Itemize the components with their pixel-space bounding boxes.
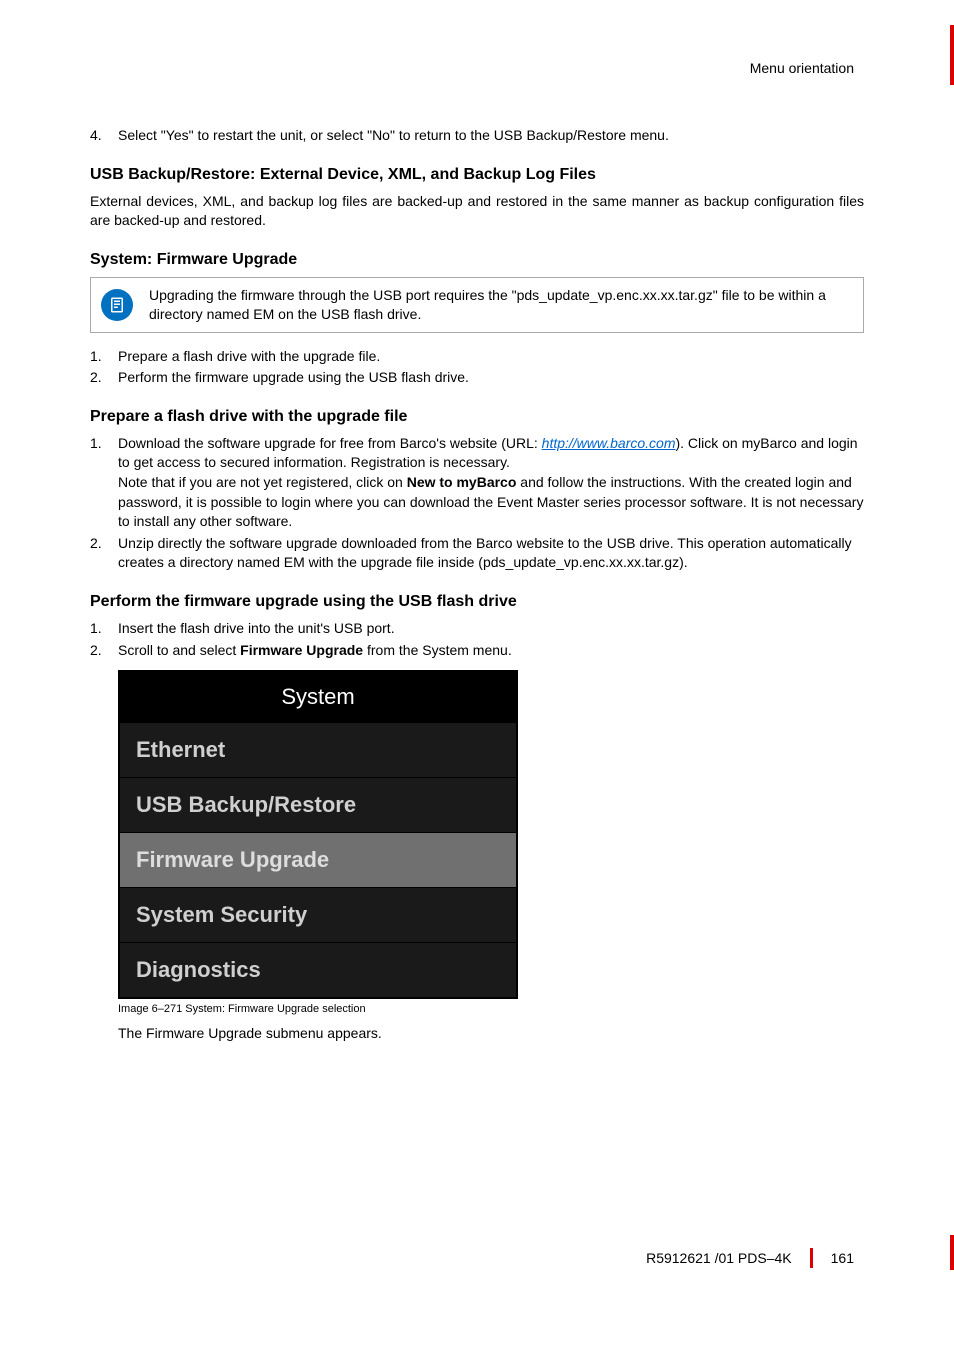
list-item: 2. Perform the firmware upgrade using th… (90, 368, 864, 388)
step-text: Scroll to and select Firmware Upgrade fr… (118, 641, 864, 661)
bold-text: Firmware Upgrade (240, 642, 363, 658)
text-fragment: Scroll to and select (118, 642, 240, 658)
step-text: Select "Yes" to restart the unit, or sel… (118, 126, 864, 146)
list-item: 1. Download the software upgrade for fre… (90, 434, 864, 532)
step-number: 4. (90, 126, 118, 146)
step-number: 1. (90, 619, 118, 639)
list-item: 1. Insert the flash drive into the unit'… (90, 619, 864, 639)
step-text: Unzip directly the software upgrade down… (118, 534, 864, 573)
section-header: Menu orientation (90, 60, 864, 76)
list-item: 1. Prepare a flash drive with the upgrad… (90, 347, 864, 367)
step-number: 1. (90, 347, 118, 367)
footer-divider (810, 1248, 813, 1268)
step-text: Insert the flash drive into the unit's U… (118, 619, 864, 639)
list-item: 4. Select "Yes" to restart the unit, or … (90, 126, 864, 146)
step-number: 2. (90, 641, 118, 661)
menu-item[interactable]: System Security (120, 887, 516, 942)
heading-firmware-upgrade: System: Firmware Upgrade (90, 251, 864, 269)
footer-accent-bar (950, 1235, 954, 1270)
note-text: Upgrading the firmware through the USB p… (149, 286, 853, 324)
step-number: 2. (90, 534, 118, 573)
list-item: 2. Unzip directly the software upgrade d… (90, 534, 864, 573)
heading-perform: Perform the firmware upgrade using the U… (90, 593, 864, 611)
menu-item[interactable]: Firmware Upgrade (120, 832, 516, 887)
paragraph: The Firmware Upgrade submenu appears. (118, 1025, 864, 1041)
step-number: 2. (90, 368, 118, 388)
barco-link[interactable]: http://www.barco.com (542, 435, 676, 451)
page-footer: R5912621 /01 PDS–4K 161 (646, 1248, 854, 1268)
step-text: Prepare a flash drive with the upgrade f… (118, 347, 864, 367)
text-fragment: Note that if you are not yet registered,… (118, 474, 407, 490)
menu-item[interactable]: Diagnostics (120, 942, 516, 997)
menu-title: System (120, 672, 516, 722)
figure-caption: Image 6–271 System: Firmware Upgrade sel… (118, 1003, 864, 1015)
heading-usb-backup: USB Backup/Restore: External Device, XML… (90, 166, 864, 184)
text-fragment: Download the software upgrade for free f… (118, 435, 542, 451)
page-content: Menu orientation 4. Select "Yes" to rest… (0, 0, 954, 1041)
step-text: Perform the firmware upgrade using the U… (118, 368, 864, 388)
step-number: 1. (90, 434, 118, 532)
menu-item[interactable]: USB Backup/Restore (120, 777, 516, 832)
paragraph: External devices, XML, and backup log fi… (90, 192, 864, 231)
heading-prepare: Prepare a flash drive with the upgrade f… (90, 408, 864, 426)
menu-item[interactable]: Ethernet (120, 722, 516, 777)
system-menu-figure: System EthernetUSB Backup/RestoreFirmwar… (118, 670, 518, 999)
text-fragment: from the System menu. (363, 642, 512, 658)
bold-text: New to myBarco (407, 474, 517, 490)
step-text: Download the software upgrade for free f… (118, 434, 864, 532)
note-callout: Upgrading the firmware through the USB p… (90, 277, 864, 333)
page-number: 161 (831, 1250, 854, 1266)
doc-id: R5912621 /01 PDS–4K (646, 1250, 792, 1266)
list-item: 2. Scroll to and select Firmware Upgrade… (90, 641, 864, 661)
note-icon (101, 289, 133, 321)
header-accent-bar (950, 25, 954, 85)
